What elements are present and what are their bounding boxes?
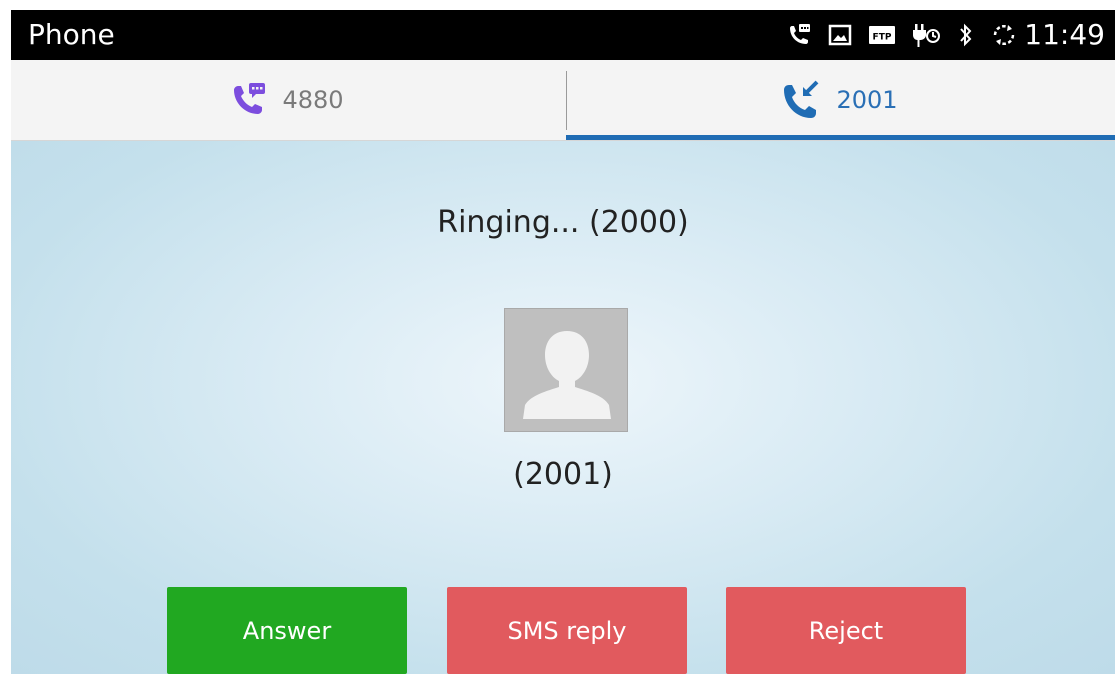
usb-debug-icon (912, 21, 942, 49)
sync-icon (990, 21, 1018, 49)
tab-label: 4880 (282, 86, 344, 114)
active-tab-indicator (566, 135, 1115, 140)
reject-button[interactable]: Reject (726, 587, 966, 674)
tab-call-2001[interactable]: 2001 (563, 60, 1115, 140)
tab-call-4880[interactable]: 4880 (11, 60, 563, 140)
ftp-icon: FTP (868, 24, 896, 46)
call-message-icon (230, 81, 268, 119)
call-message-icon (786, 22, 812, 48)
incoming-call-panel: Ringing... (2000) (2001) Answer SMS repl… (11, 141, 1115, 674)
tab-label: 2001 (836, 86, 898, 114)
app-title: Phone (28, 18, 115, 51)
call-tab-bar: 4880 2001 (11, 60, 1115, 141)
caller-number: (2001) (513, 457, 613, 492)
avatar (504, 308, 628, 432)
sms-reply-button[interactable]: SMS reply (447, 587, 687, 674)
status-icons: FTP 11:49 (770, 18, 1105, 52)
svg-text:FTP: FTP (873, 33, 892, 43)
status-clock: 11:49 (1024, 18, 1105, 51)
phone-screen: Phone FTP 11:49 4880 2001 Ringing... (20… (11, 10, 1115, 674)
incoming-call-icon (780, 79, 822, 121)
status-bar: Phone FTP 11:49 (11, 10, 1115, 60)
image-icon (828, 23, 852, 47)
person-silhouette-icon (523, 331, 611, 419)
answer-button[interactable]: Answer (167, 587, 407, 674)
call-status-text: Ringing... (2000) (437, 205, 689, 240)
bluetooth-icon (958, 21, 974, 49)
